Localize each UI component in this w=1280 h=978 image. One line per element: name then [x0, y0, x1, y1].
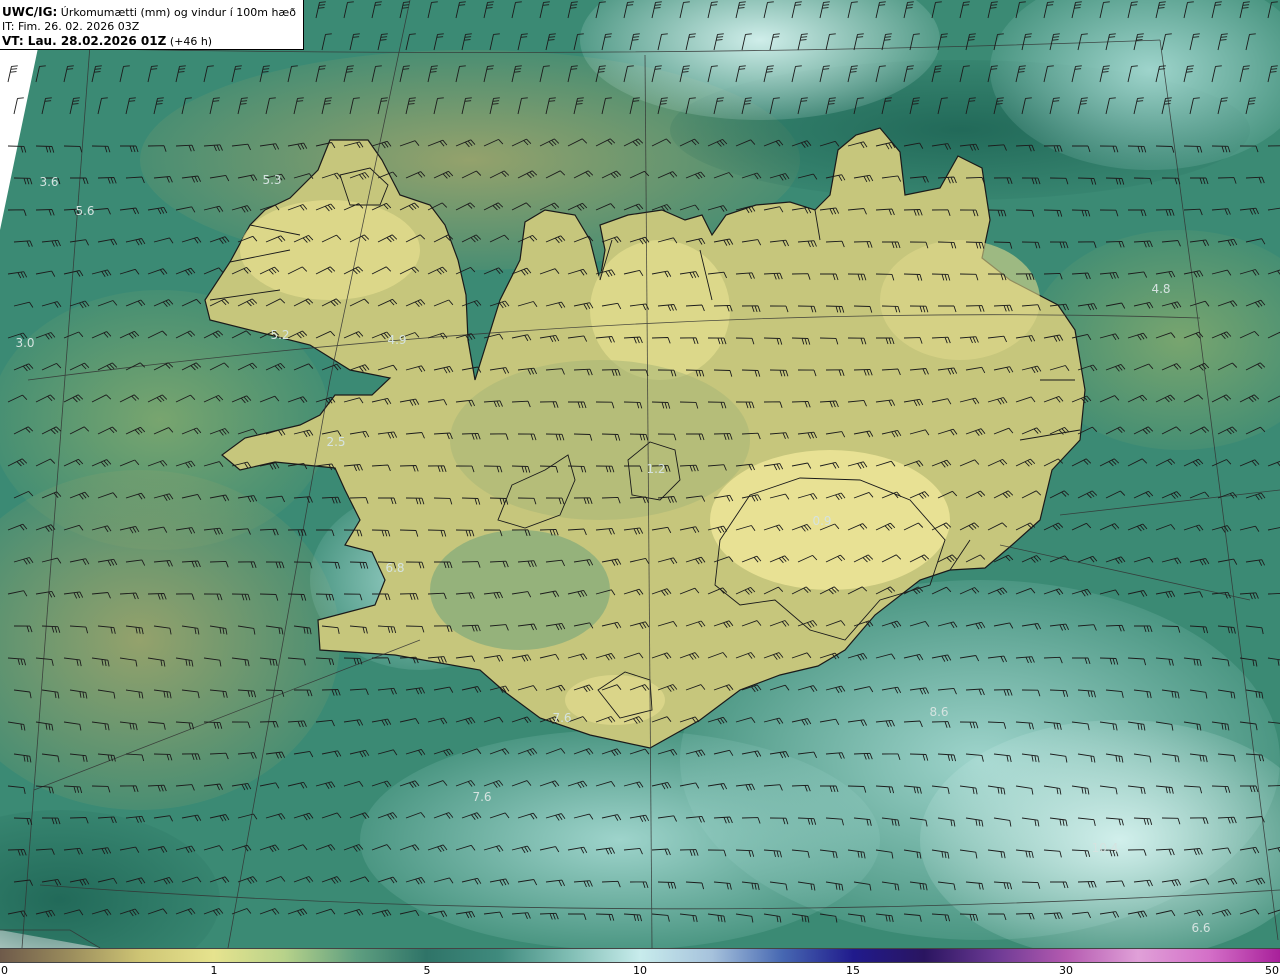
colorbar-tick-30: 30	[1059, 964, 1073, 977]
value-label-3-0: 3.0	[15, 336, 35, 350]
value-label-6-8: 6.8	[385, 561, 405, 575]
value-label-5-3: 5.3	[262, 173, 282, 187]
value-label-8-6: 8.6	[929, 705, 949, 719]
title-box: UWC/IG: Úrkomumætti (mm) og vindur í 100…	[0, 0, 304, 50]
value-label-7-6-b: 7.6	[472, 790, 492, 804]
value-label-5-2: 5.2	[270, 328, 290, 342]
map-panel: 3.6 5.6 5.3 3.0 5.2 4.9 2.5 6.8 1.2 0.9 …	[0, 0, 1280, 948]
value-label-0-9: 0.9	[812, 514, 832, 528]
value-label-2-5: 2.5	[326, 435, 346, 449]
value-label-1-2: 1.2	[646, 462, 666, 476]
valid-time: VT: Lau. 28.02.2026 01Z	[2, 34, 167, 48]
product-description: Úrkomumætti (mm) og vindur í 100m hæð	[60, 6, 296, 19]
colorbar-tick-5: 5	[423, 964, 431, 977]
colorbar-tick-1: 1	[210, 964, 218, 977]
value-label-10-4: 10.4	[1091, 841, 1119, 855]
colorbar-strip	[0, 948, 1280, 963]
title-line: UWC/IG: Úrkomumætti (mm) og vindur í 100…	[2, 5, 303, 20]
map-canvas	[0, 0, 1280, 948]
model-name: UWC/IG:	[2, 5, 58, 19]
colorbar-tick-10: 10	[633, 964, 647, 977]
valid-time-line: VT: Lau. 28.02.2026 01Z (+46 h)	[2, 34, 303, 49]
value-label-5-6: 5.6	[75, 204, 95, 218]
value-label-4-9: 4.9	[387, 333, 407, 347]
value-label-6-6: 6.6	[1191, 921, 1211, 935]
init-time: IT: Fim. 26. 02. 2026 03Z	[2, 20, 140, 33]
value-label-7-6-a: 7.6	[552, 711, 572, 725]
colorbar-tick-50: 50	[1265, 964, 1279, 977]
value-label-4-8: 4.8	[1151, 282, 1171, 296]
colorbar-tick-0: 0	[1, 964, 8, 977]
colorbar: 0 1 5 10 15 30 50	[0, 948, 1280, 978]
value-label-3-6: 3.6	[39, 175, 59, 189]
lead-time: (+46 h)	[169, 35, 213, 48]
colorbar-tick-15: 15	[846, 964, 860, 977]
